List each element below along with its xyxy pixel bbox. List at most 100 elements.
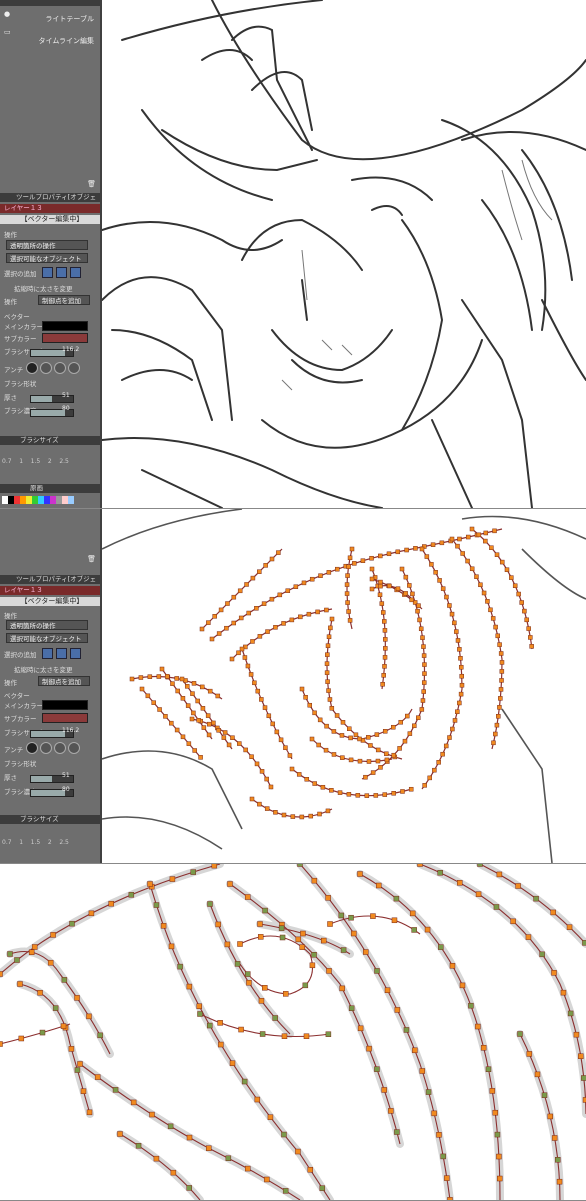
control-point[interactable]	[325, 652, 330, 657]
control-point[interactable]	[264, 806, 270, 811]
control-point[interactable]	[311, 952, 317, 958]
control-point[interactable]	[177, 963, 183, 970]
control-point[interactable]	[186, 741, 192, 746]
control-point[interactable]	[489, 1088, 496, 1094]
control-point[interactable]	[348, 914, 354, 921]
control-point[interactable]	[234, 961, 241, 967]
control-point[interactable]	[459, 673, 464, 679]
control-point[interactable]	[440, 586, 446, 591]
control-point[interactable]	[269, 596, 275, 602]
control-point[interactable]	[160, 923, 167, 929]
control-point[interactable]	[494, 552, 500, 557]
control-point[interactable]	[410, 591, 415, 597]
control-point[interactable]	[300, 930, 306, 937]
control-point[interactable]	[438, 944, 444, 950]
control-point[interactable]	[186, 983, 193, 990]
control-point[interactable]	[447, 735, 452, 740]
control-point[interactable]	[353, 732, 359, 738]
control-point[interactable]	[378, 579, 383, 585]
control-point[interactable]	[323, 747, 329, 753]
control-point[interactable]	[380, 681, 385, 687]
control-point[interactable]	[419, 707, 425, 712]
control-point[interactable]	[175, 688, 180, 694]
control-point[interactable]	[319, 1185, 326, 1191]
control-point[interactable]	[250, 575, 256, 581]
control-point[interactable]	[421, 644, 426, 649]
control-point[interactable]	[218, 607, 224, 613]
control-point[interactable]	[331, 729, 337, 734]
control-point[interactable]	[243, 747, 248, 753]
control-point[interactable]	[216, 728, 221, 733]
control-point[interactable]	[237, 741, 242, 746]
control-point[interactable]	[225, 601, 230, 606]
control-point[interactable]	[309, 736, 315, 742]
control-point[interactable]	[299, 944, 305, 950]
control-point[interactable]	[74, 995, 80, 1001]
control-point[interactable]	[402, 738, 408, 744]
control-point[interactable]	[498, 696, 503, 701]
control-point[interactable]	[395, 549, 401, 555]
control-point[interactable]	[478, 582, 483, 588]
antialias-option-3[interactable]	[54, 742, 66, 754]
control-point[interactable]	[281, 1033, 288, 1039]
control-point[interactable]	[516, 591, 521, 597]
control-point[interactable]	[264, 1176, 270, 1183]
control-point[interactable]	[31, 944, 38, 950]
control-point[interactable]	[230, 735, 235, 740]
control-point[interactable]	[147, 674, 153, 679]
control-point[interactable]	[186, 1134, 193, 1141]
control-point[interactable]	[413, 546, 418, 551]
control-point[interactable]	[533, 895, 539, 902]
control-point[interactable]	[331, 752, 337, 757]
control-point[interactable]	[77, 1061, 83, 1067]
control-point[interactable]	[412, 723, 417, 729]
control-point[interactable]	[329, 616, 335, 622]
control-point[interactable]	[156, 674, 162, 679]
control-point[interactable]	[128, 892, 135, 898]
control-point[interactable]	[252, 680, 257, 686]
control-point[interactable]	[420, 698, 426, 703]
control-point[interactable]	[311, 877, 318, 884]
timeline-edit-item[interactable]: タイムライン編集	[0, 36, 100, 46]
control-point[interactable]	[283, 745, 288, 750]
control-point[interactable]	[326, 688, 331, 693]
control-point[interactable]	[316, 742, 321, 748]
control-point[interactable]	[455, 638, 461, 643]
control-point[interactable]	[293, 584, 299, 589]
preset-1[interactable]: 1	[19, 839, 23, 846]
control-point[interactable]	[218, 1041, 224, 1048]
control-point[interactable]	[417, 864, 423, 867]
transparent-operation-dropdown[interactable]: 透明箇所の操作	[6, 620, 88, 630]
control-point[interactable]	[519, 600, 524, 605]
control-point[interactable]	[309, 962, 316, 969]
control-point[interactable]	[321, 937, 327, 944]
control-point[interactable]	[186, 1185, 192, 1191]
control-point[interactable]	[437, 870, 443, 876]
control-point[interactable]	[301, 580, 307, 586]
control-point[interactable]	[483, 530, 489, 536]
control-point[interactable]	[147, 881, 153, 887]
control-point[interactable]	[297, 864, 303, 867]
control-point[interactable]	[493, 731, 498, 737]
control-point[interactable]	[340, 947, 347, 953]
control-point[interactable]	[465, 558, 470, 564]
control-point[interactable]	[229, 1060, 236, 1066]
control-point[interactable]	[369, 555, 374, 561]
control-point[interactable]	[403, 574, 409, 580]
antialias-option-4[interactable]	[68, 742, 80, 754]
control-point[interactable]	[475, 891, 482, 897]
control-point[interactable]	[325, 643, 331, 648]
control-point[interactable]	[201, 725, 207, 730]
control-point[interactable]	[551, 1135, 558, 1141]
control-point[interactable]	[283, 991, 289, 997]
control-point[interactable]	[250, 639, 255, 644]
preset-1[interactable]: 1	[19, 458, 23, 465]
selection-add-icon[interactable]	[56, 267, 67, 278]
control-point[interactable]	[468, 1002, 474, 1009]
control-point[interactable]	[289, 617, 295, 623]
sub-color-swatch[interactable]	[42, 713, 88, 723]
selection-subtract-icon[interactable]	[70, 267, 81, 278]
control-point[interactable]	[440, 1153, 446, 1160]
control-point[interactable]	[329, 788, 334, 793]
control-point[interactable]	[374, 1066, 380, 1072]
